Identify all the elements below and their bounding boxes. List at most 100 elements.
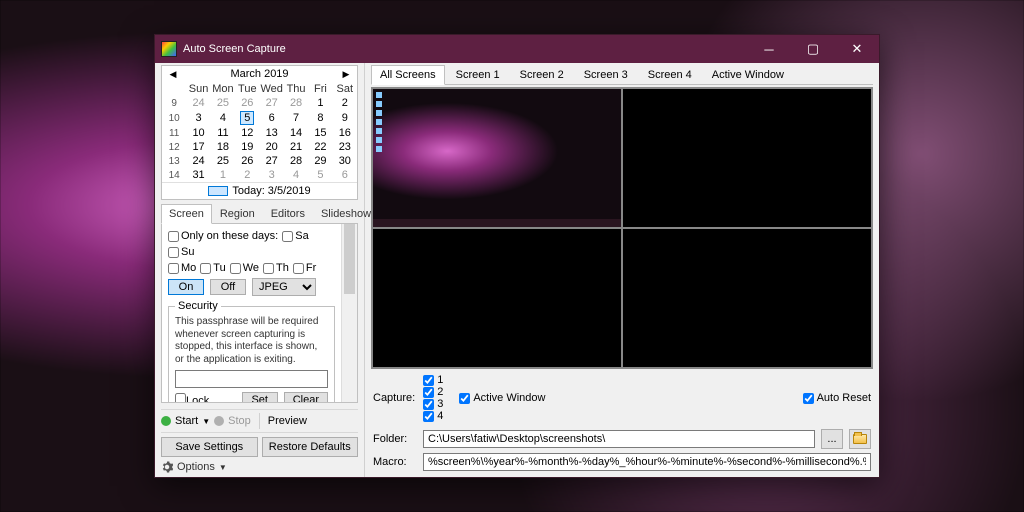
calendar-day[interactable]: 1	[308, 96, 332, 110]
rtab-screen 1[interactable]: Screen 1	[447, 65, 509, 84]
tab-editors[interactable]: Editors	[263, 204, 313, 223]
rtab-screen 3[interactable]: Screen 3	[575, 65, 637, 84]
calendar-day[interactable]: 3	[260, 168, 284, 182]
calendar-day[interactable]: 2	[235, 168, 259, 182]
calendar-day[interactable]: 8	[308, 110, 332, 126]
options-button[interactable]: Options ▼	[161, 461, 358, 473]
maximize-button[interactable]: ▢	[791, 35, 835, 63]
calendar-day[interactable]: 6	[260, 110, 284, 126]
calendar-prev-button[interactable]: ◀	[166, 69, 180, 80]
format-select[interactable]: JPEG	[252, 278, 316, 296]
calendar-today-link[interactable]: Today: 3/5/2019	[162, 182, 357, 199]
day-mo-checkbox[interactable]: Mo	[168, 262, 196, 274]
calendar-next-button[interactable]: ▶	[339, 69, 353, 80]
calendar-day[interactable]: 22	[308, 140, 332, 154]
capture-active-window-checkbox[interactable]: Active Window	[459, 392, 545, 404]
set-button[interactable]: Set	[242, 392, 278, 403]
calendar-day[interactable]: 20	[260, 140, 284, 154]
start-button[interactable]: Start	[175, 415, 198, 427]
calendar-day[interactable]: 4	[211, 110, 235, 126]
capture-3-checkbox[interactable]: 3	[423, 398, 443, 410]
calendar-day[interactable]: 25	[211, 96, 235, 110]
calendar-day[interactable]: 26	[235, 96, 259, 110]
calendar-day[interactable]: 16	[333, 126, 357, 140]
calendar-day[interactable]: 13	[260, 126, 284, 140]
calendar-day[interactable]: 28	[284, 154, 308, 168]
calendar-day[interactable]: 23	[333, 140, 357, 154]
off-button[interactable]: Off	[210, 279, 246, 295]
calendar-title[interactable]: March 2019	[230, 68, 288, 80]
calendar-day[interactable]: 29	[308, 154, 332, 168]
app-icon	[161, 41, 177, 57]
calendar-day[interactable]: 11	[211, 126, 235, 140]
calendar-day[interactable]: 14	[284, 126, 308, 140]
calendar-day[interactable]: 2	[333, 96, 357, 110]
close-button[interactable]: ✕	[835, 35, 879, 63]
titlebar[interactable]: Auto Screen Capture ─ ▢ ✕	[155, 35, 879, 63]
screen-panel: Only on these days: Sa Su Mo Tu We Th Fr…	[161, 224, 358, 403]
calendar-day[interactable]: 6	[333, 168, 357, 182]
browse-folder-button[interactable]: ...	[821, 429, 843, 449]
folder-input[interactable]	[423, 430, 815, 448]
tab-region[interactable]: Region	[212, 204, 263, 223]
calendar-day[interactable]: 1	[211, 168, 235, 182]
preview-cell-3[interactable]	[372, 228, 622, 368]
preview-cell-4[interactable]	[622, 228, 872, 368]
calendar-day[interactable]: 28	[284, 96, 308, 110]
day-sa-checkbox[interactable]: Sa	[282, 230, 308, 242]
calendar-day[interactable]: 18	[211, 140, 235, 154]
calendar-day[interactable]: 5	[308, 168, 332, 182]
calendar-day[interactable]: 30	[333, 154, 357, 168]
open-folder-button[interactable]	[849, 429, 871, 449]
calendar-day[interactable]: 12	[235, 126, 259, 140]
calendar-day[interactable]: 10	[186, 126, 210, 140]
day-tu-checkbox[interactable]: Tu	[200, 262, 225, 274]
on-button[interactable]: On	[168, 279, 204, 295]
calendar-day[interactable]: 24	[186, 96, 210, 110]
day-th-checkbox[interactable]: Th	[263, 262, 289, 274]
calendar-day[interactable]: 21	[284, 140, 308, 154]
passphrase-input[interactable]	[175, 370, 328, 388]
tab-screen[interactable]: Screen	[161, 204, 212, 224]
calendar-day[interactable]: 5	[235, 110, 259, 126]
stop-button[interactable]: Stop	[228, 415, 251, 427]
minimize-button[interactable]: ─	[747, 35, 791, 63]
rtab-screen 4[interactable]: Screen 4	[639, 65, 701, 84]
day-fr-checkbox[interactable]: Fr	[293, 262, 316, 274]
calendar-day[interactable]: 27	[260, 154, 284, 168]
calendar-day[interactable]: 31	[186, 168, 210, 182]
capture-label: Capture:	[373, 392, 415, 404]
calendar-day[interactable]: 27	[260, 96, 284, 110]
panel-scrollbar[interactable]	[341, 224, 357, 402]
preview-button[interactable]: Preview	[268, 415, 307, 427]
calendar-day[interactable]: 9	[333, 110, 357, 126]
rtab-all screens[interactable]: All Screens	[371, 65, 445, 85]
preview-cell-2[interactable]	[622, 88, 872, 228]
restore-defaults-button[interactable]: Restore Defaults	[262, 437, 359, 457]
calendar-day[interactable]: 17	[186, 140, 210, 154]
start-dropdown-icon[interactable]: ▼	[202, 417, 210, 426]
calendar-day[interactable]: 3	[186, 110, 210, 126]
capture-2-checkbox[interactable]: 2	[423, 386, 443, 398]
clear-button[interactable]: Clear	[284, 392, 328, 403]
capture-4-checkbox[interactable]: 4	[423, 410, 443, 422]
macro-input[interactable]	[423, 453, 871, 471]
rtab-screen 2[interactable]: Screen 2	[511, 65, 573, 84]
calendar-day[interactable]: 26	[235, 154, 259, 168]
rtab-active window[interactable]: Active Window	[703, 65, 793, 84]
calendar-day[interactable]: 7	[284, 110, 308, 126]
calendar-day[interactable]: 4	[284, 168, 308, 182]
preview-cell-1[interactable]	[372, 88, 622, 228]
calendar[interactable]: ◀ March 2019 ▶ SunMonTueWedThuFriSat 924…	[161, 65, 358, 200]
calendar-day[interactable]: 24	[186, 154, 210, 168]
calendar-day[interactable]: 15	[308, 126, 332, 140]
day-we-checkbox[interactable]: We	[230, 262, 259, 274]
auto-reset-checkbox[interactable]: Auto Reset	[803, 392, 871, 404]
only-days-checkbox[interactable]: Only on these days:	[168, 230, 278, 242]
capture-1-checkbox[interactable]: 1	[423, 374, 443, 386]
calendar-day[interactable]: 25	[211, 154, 235, 168]
lock-checkbox[interactable]: Lock	[175, 393, 209, 403]
save-settings-button[interactable]: Save Settings	[161, 437, 258, 457]
day-su-checkbox[interactable]: Su	[168, 246, 194, 258]
calendar-day[interactable]: 19	[235, 140, 259, 154]
